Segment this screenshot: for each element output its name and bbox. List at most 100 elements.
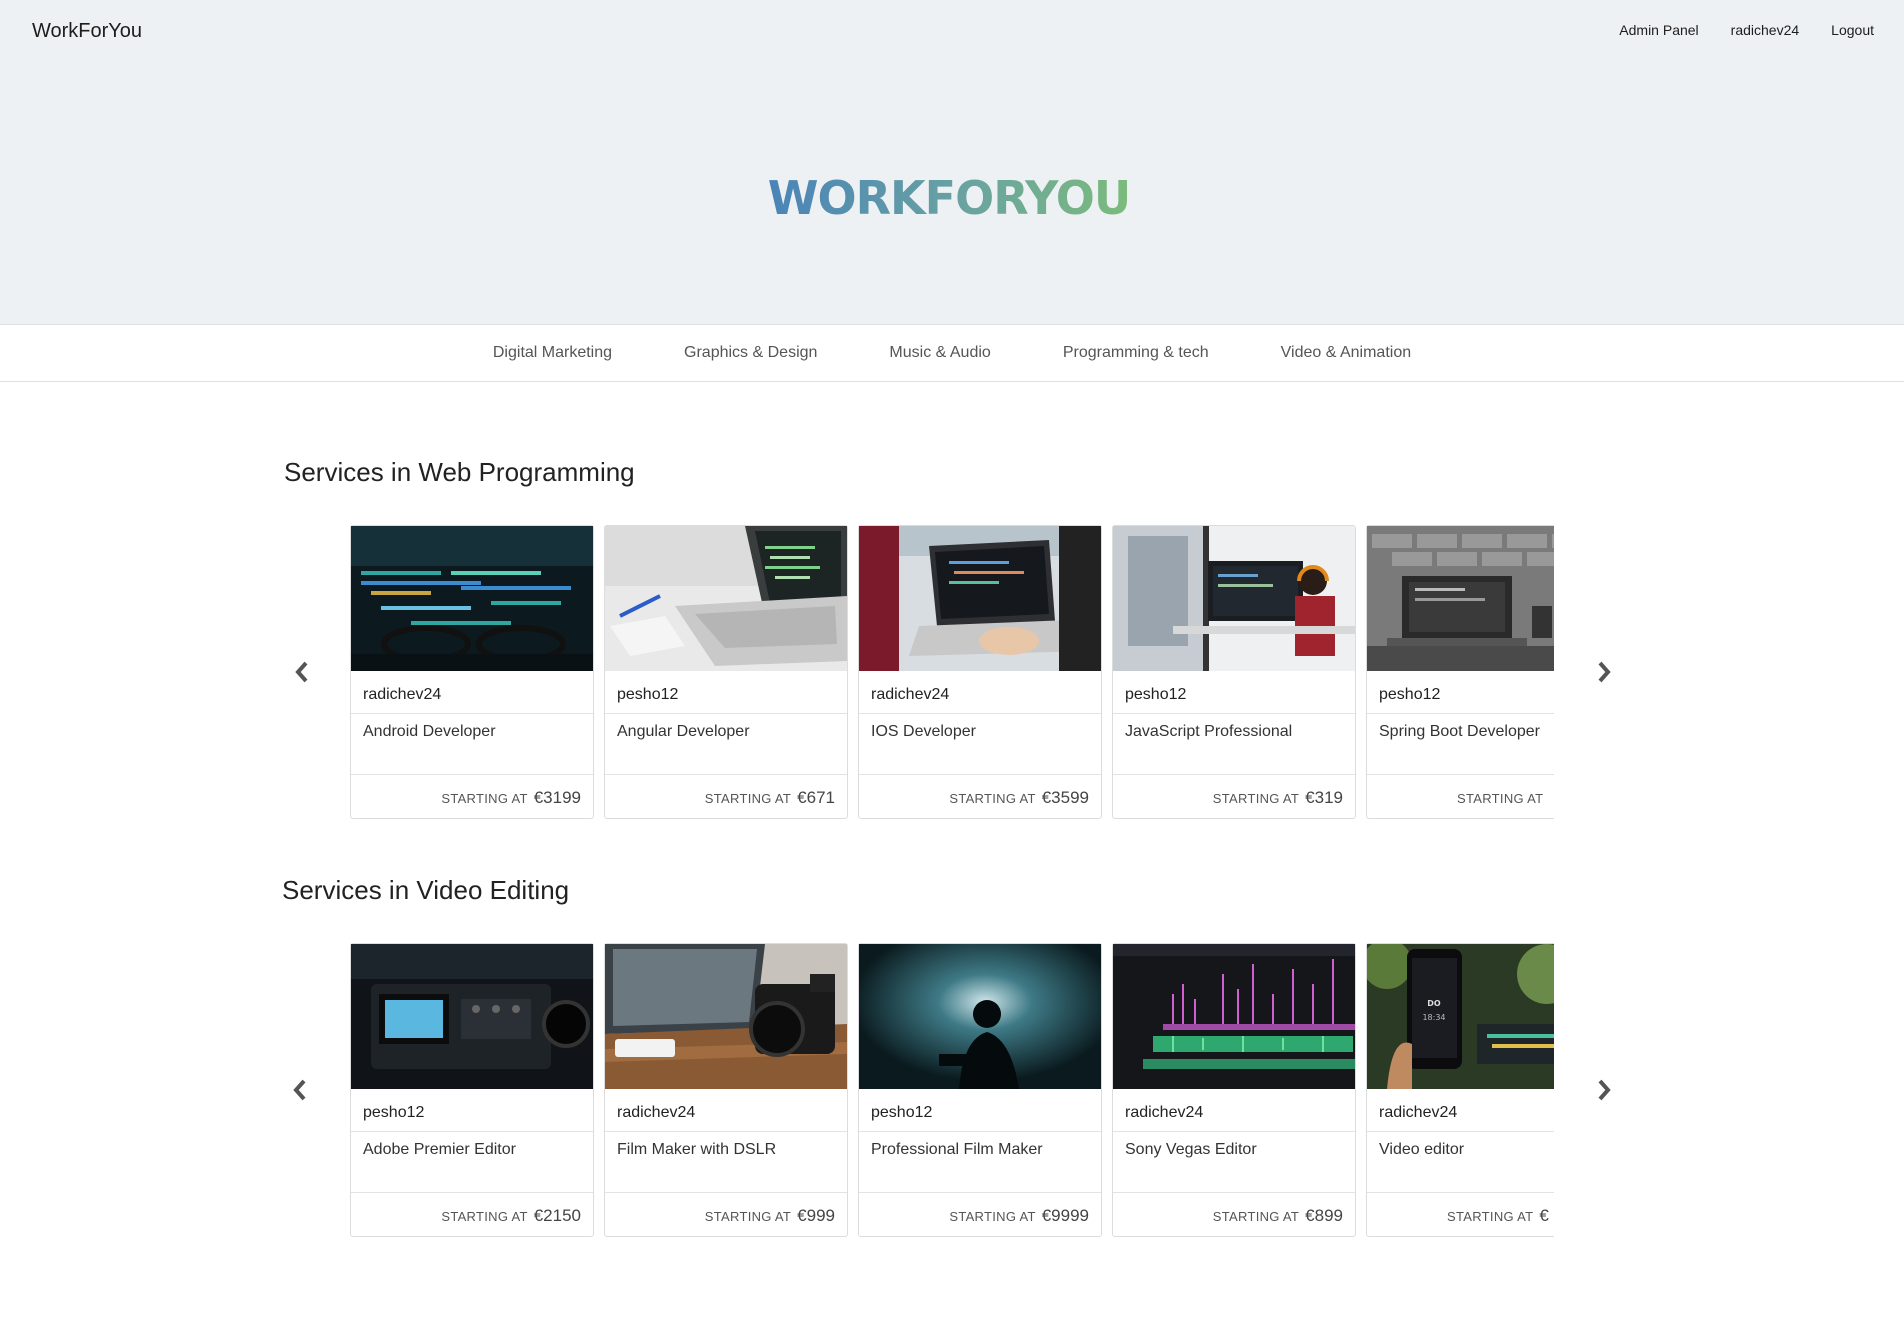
carousel-video-editing: pesho12 Adobe Premier Editor STARTING AT… (350, 943, 1554, 1243)
price-row: STARTING AT €999 (705, 1206, 835, 1226)
service-card[interactable]: pesho12 Spring Boot Developer STARTING A… (1366, 525, 1554, 819)
card-divider (605, 1192, 847, 1193)
service-card[interactable]: DO 18:34 radichev24 Video editor STARTIN… (1366, 943, 1554, 1237)
carousel-prev-button[interactable] (285, 1070, 315, 1110)
svg-text:DO: DO (1427, 999, 1441, 1008)
service-card[interactable]: pesho12 Professional Film Maker STARTING… (858, 943, 1102, 1237)
admin-panel-link[interactable]: Admin Panel (1619, 22, 1698, 38)
workforyou-logo: WORKFORYOU (768, 171, 1131, 224)
service-title[interactable]: Android Developer (363, 723, 496, 741)
service-card[interactable]: radichev24 IOS Developer STARTING AT €359… (858, 525, 1102, 819)
price-row: STARTING AT €671 (705, 788, 835, 808)
service-title[interactable]: Angular Developer (617, 723, 750, 741)
starting-at-label: STARTING AT (441, 1209, 528, 1224)
card-divider (1367, 1192, 1554, 1193)
price-row: STARTING AT €319 (1213, 788, 1343, 808)
card-divider (351, 774, 593, 775)
price-value: €3599 (1041, 788, 1089, 807)
price-row: STARTING AT €9999 (949, 1206, 1089, 1226)
card-divider (1113, 1192, 1355, 1193)
top-nav: Admin Panel radichev24 Logout (1619, 22, 1874, 38)
service-thumbnail (605, 526, 847, 671)
service-thumbnail (859, 526, 1101, 671)
service-thumbnail (859, 944, 1101, 1089)
user-profile-link[interactable]: radichev24 (1731, 22, 1800, 38)
service-card[interactable]: radichev24 Film Maker with DSLR STARTING… (604, 943, 848, 1237)
seller-name[interactable]: radichev24 (871, 686, 949, 704)
service-card[interactable]: radichev24 Sony Vegas Editor STARTING AT… (1112, 943, 1356, 1237)
card-divider (1113, 713, 1355, 714)
service-thumbnail (605, 944, 847, 1089)
logout-link[interactable]: Logout (1831, 22, 1874, 38)
price-value: €9999 (1041, 1206, 1089, 1225)
carousel-next-button[interactable] (1589, 652, 1619, 692)
card-divider (1367, 774, 1554, 775)
service-title[interactable]: Video editor (1379, 1141, 1464, 1159)
card-divider (351, 713, 593, 714)
chevron-right-icon (1598, 661, 1611, 683)
chevron-left-icon (295, 661, 308, 683)
category-graphics-design[interactable]: Graphics & Design (684, 344, 817, 362)
service-title[interactable]: Film Maker with DSLR (617, 1141, 776, 1159)
price-value: €999 (797, 1206, 835, 1225)
starting-at-label: STARTING AT (441, 791, 528, 806)
card-divider (1113, 774, 1355, 775)
section-title-web-programming: Services in Web Programming (284, 457, 635, 487)
seller-name[interactable]: radichev24 (363, 686, 441, 704)
seller-name[interactable]: pesho12 (363, 1104, 424, 1122)
starting-at-label: STARTING AT (704, 1209, 792, 1224)
service-card[interactable]: pesho12 Angular Developer STARTING AT €67… (604, 525, 848, 819)
starting-at-label: STARTING AT (1212, 1209, 1300, 1224)
service-thumbnail (351, 526, 593, 671)
card-divider (859, 713, 1101, 714)
brand-link[interactable]: WorkForYou (32, 20, 142, 43)
seller-name[interactable]: pesho12 (871, 1104, 932, 1122)
card-divider (1367, 713, 1554, 714)
price-value: €3199 (533, 788, 581, 807)
price-row: STARTING AT € (1447, 1206, 1549, 1226)
service-title[interactable]: Spring Boot Developer (1379, 723, 1540, 741)
card-divider (859, 1131, 1101, 1132)
seller-name[interactable]: pesho12 (617, 686, 678, 704)
price-value: €899 (1305, 1206, 1343, 1225)
price-row: STARTING AT €2150 (441, 1206, 581, 1226)
card-divider (605, 713, 847, 714)
service-title[interactable]: Sony Vegas Editor (1125, 1141, 1257, 1159)
carousel-prev-button[interactable] (287, 652, 317, 692)
seller-name[interactable]: radichev24 (1125, 1104, 1203, 1122)
section-title-video-editing: Services in Video Editing (282, 875, 570, 905)
service-title[interactable]: Professional Film Maker (871, 1141, 1043, 1159)
service-thumbnail (1113, 944, 1355, 1089)
card-divider (1367, 1131, 1554, 1132)
svg-text:WORKFORYOU: WORKFORYOU (768, 171, 1130, 224)
service-title[interactable]: Adobe Premier Editor (363, 1141, 516, 1159)
card-divider (859, 1192, 1101, 1193)
starting-at-label: STARTING AT (1212, 791, 1300, 806)
price-row: STARTING AT €899 (1213, 1206, 1343, 1226)
service-card[interactable]: pesho12 JavaScript Professional STARTING… (1112, 525, 1356, 819)
category-digital-marketing[interactable]: Digital Marketing (493, 344, 612, 362)
chevron-right-icon (1598, 1079, 1611, 1101)
starting-at-label: STARTING AT (704, 791, 792, 806)
category-video-animation[interactable]: Video & Animation (1281, 344, 1411, 362)
category-programming-tech[interactable]: Programming & tech (1063, 344, 1209, 362)
svg-text:18:34: 18:34 (1422, 1013, 1445, 1022)
price-value: €671 (797, 788, 835, 807)
seller-name[interactable]: pesho12 (1379, 686, 1440, 704)
service-card[interactable]: pesho12 Adobe Premier Editor STARTING AT… (350, 943, 594, 1237)
price-row: STARTING AT €3599 (949, 788, 1089, 808)
service-title[interactable]: IOS Developer (871, 723, 976, 741)
seller-name[interactable]: radichev24 (617, 1104, 695, 1122)
card-divider (859, 774, 1101, 775)
service-thumbnail (1367, 526, 1554, 671)
service-thumbnail (351, 944, 593, 1089)
price-row: STARTING AT €3199 (441, 788, 581, 808)
service-card[interactable]: radichev24 Android Developer STARTING AT… (350, 525, 594, 819)
seller-name[interactable]: pesho12 (1125, 686, 1186, 704)
service-title[interactable]: JavaScript Professional (1125, 723, 1292, 741)
carousel-web-programming: radichev24 Android Developer STARTING AT… (350, 525, 1554, 825)
carousel-next-button[interactable] (1589, 1070, 1619, 1110)
card-divider (605, 1131, 847, 1132)
seller-name[interactable]: radichev24 (1379, 1104, 1457, 1122)
category-music-audio[interactable]: Music & Audio (889, 344, 990, 362)
